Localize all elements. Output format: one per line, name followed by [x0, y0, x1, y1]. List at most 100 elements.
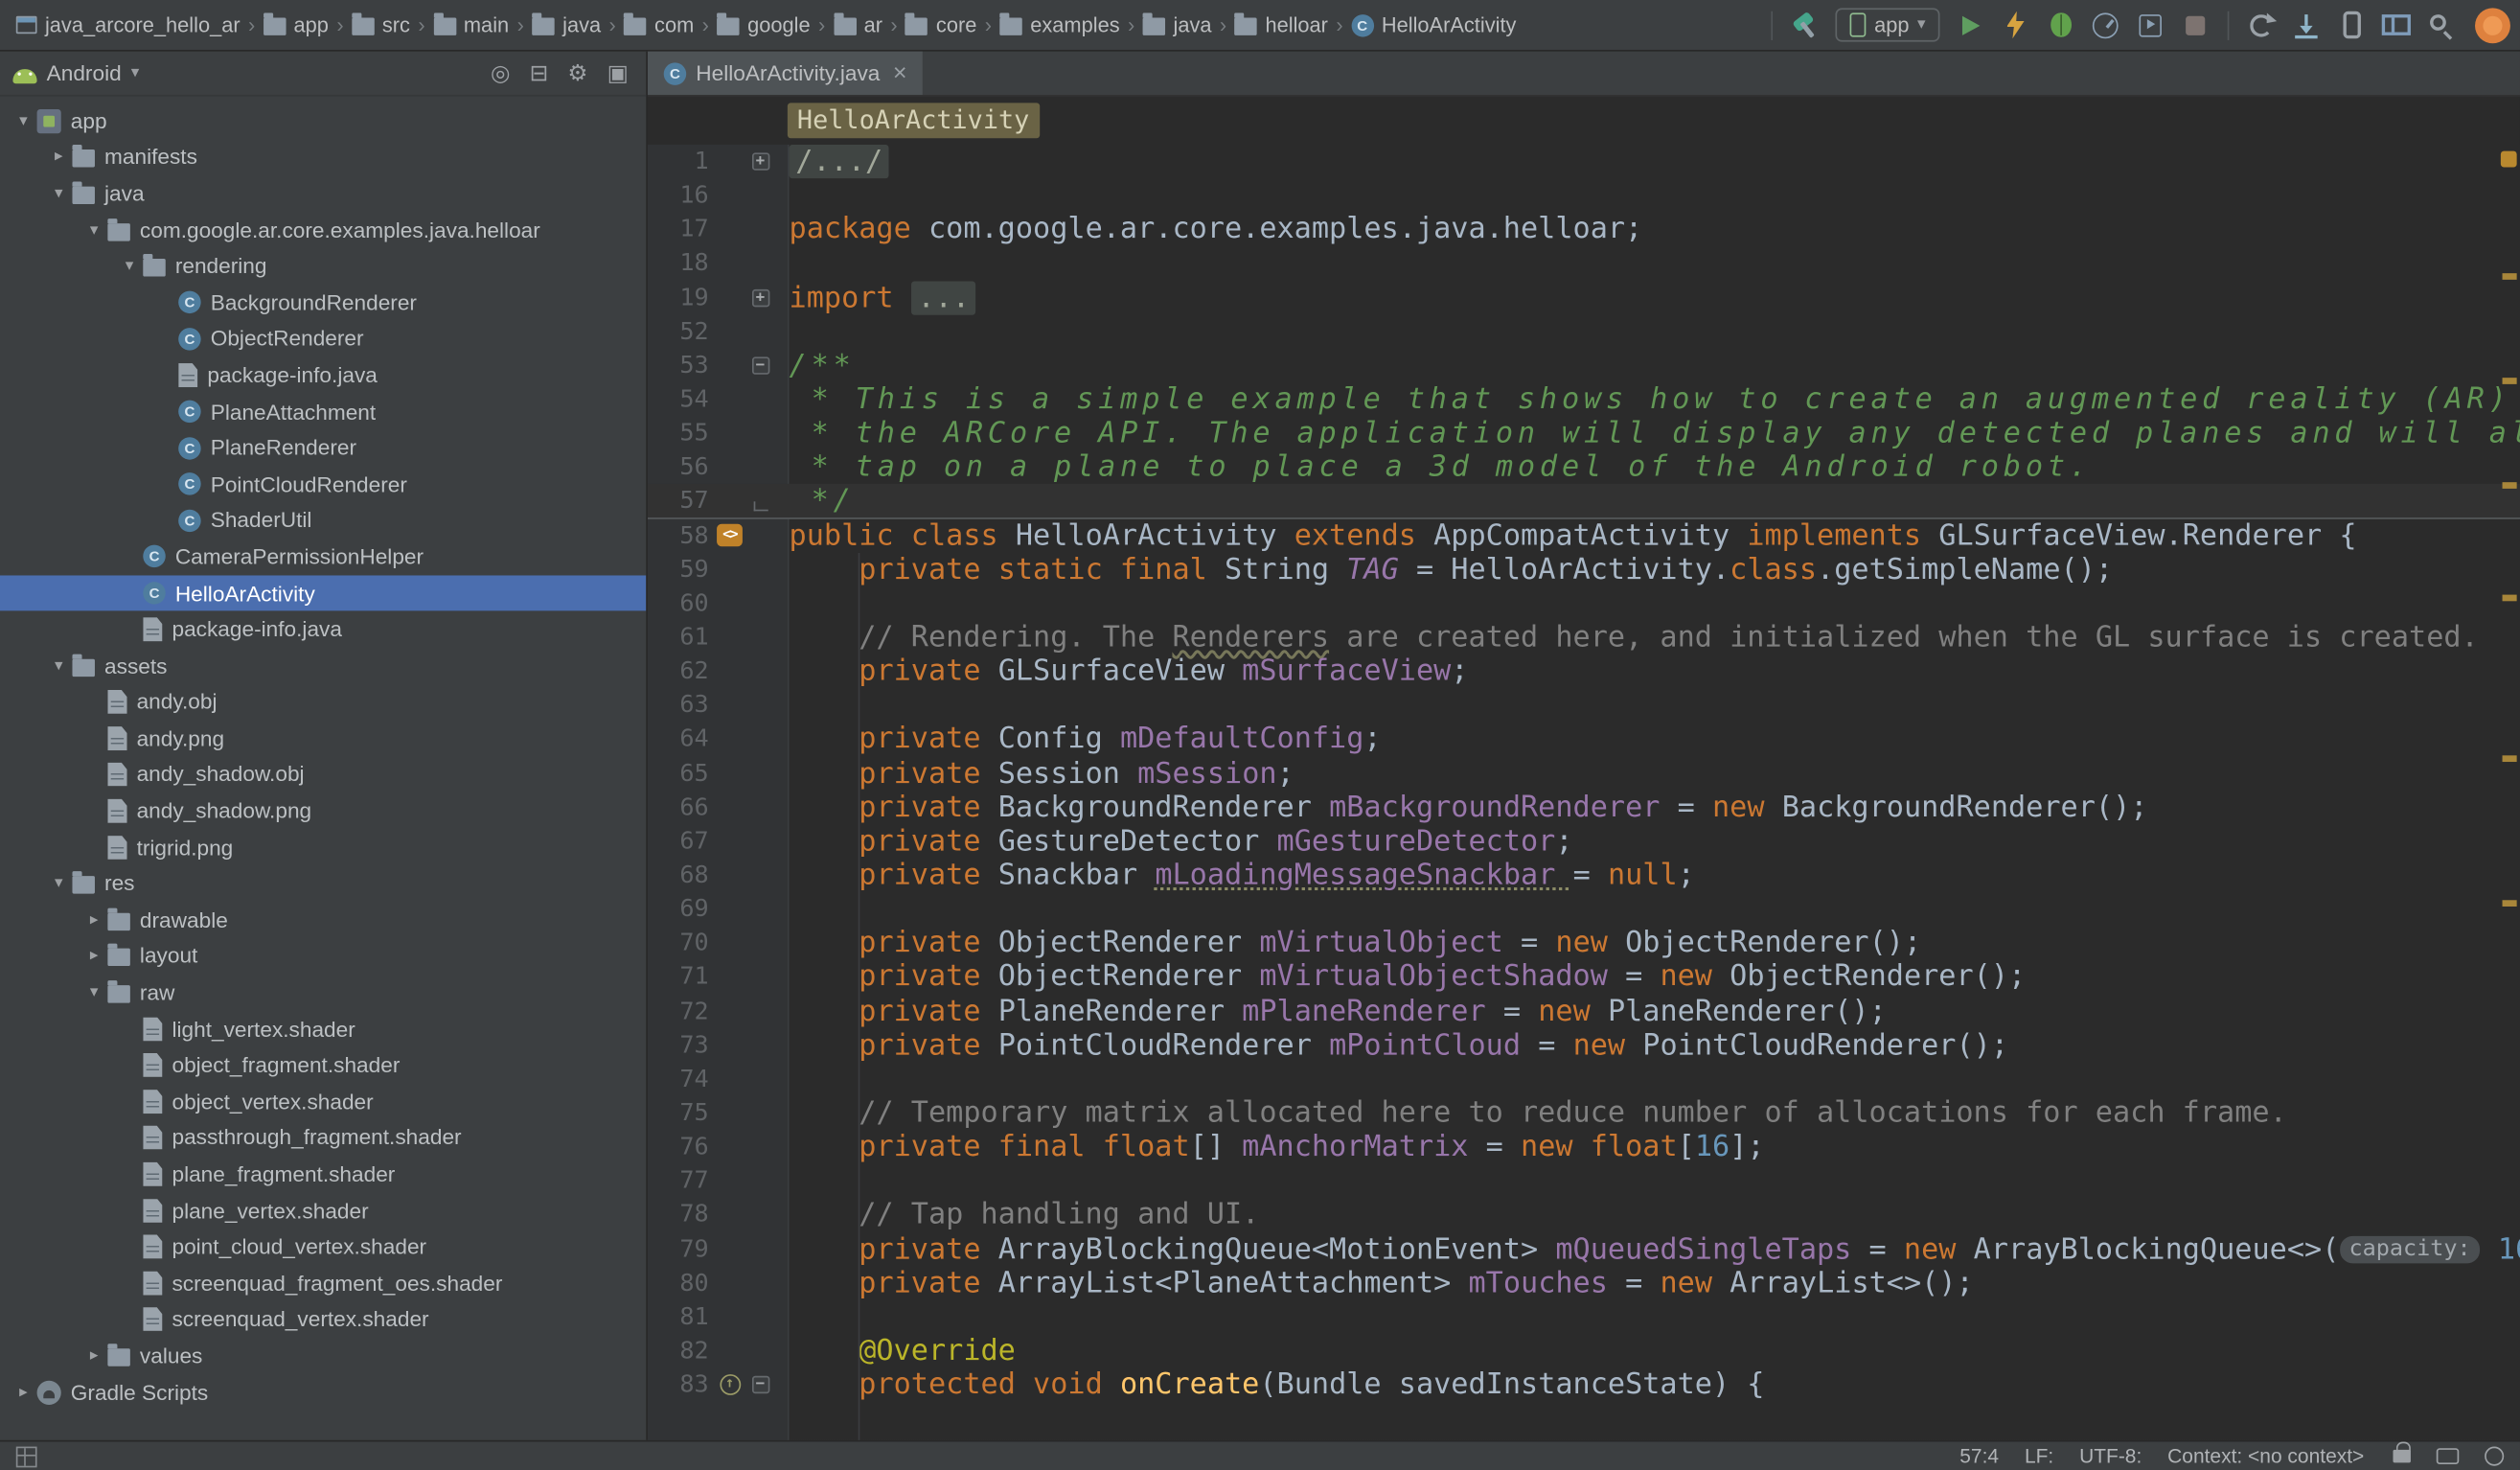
tree-item[interactable]: PointCloudRenderer: [0, 466, 646, 502]
fold-marker[interactable]: +: [751, 288, 768, 306]
breadcrumb-item[interactable]: app: [260, 12, 332, 36]
tree-item[interactable]: BackgroundRenderer: [0, 285, 646, 321]
tree-item[interactable]: ▾java: [0, 175, 646, 212]
breadcrumb-item[interactable]: java_arcore_hello_ar: [12, 12, 243, 36]
project-view-selector[interactable]: Android: [47, 61, 122, 85]
expand-arrow-icon[interactable]: ▾: [45, 185, 73, 202]
inspections-profile-icon[interactable]: [2485, 1447, 2504, 1466]
expand-arrow-icon[interactable]: ▾: [45, 657, 73, 675]
sdk-manager-button[interactable]: [2285, 6, 2327, 44]
tree-item[interactable]: andy_shadow.png: [0, 792, 646, 829]
breadcrumb-item[interactable]: java: [1139, 12, 1215, 36]
tree-item[interactable]: ▾rendering: [0, 248, 646, 285]
editor-scrollbar[interactable]: [2498, 145, 2520, 1440]
related-files-gutter-icon[interactable]: <>: [717, 524, 743, 546]
expand-arrow-icon[interactable]: ▾: [80, 221, 108, 239]
file-encoding-indicator[interactable]: UTF-8:: [2079, 1445, 2142, 1467]
expand-arrow-icon[interactable]: ▸: [80, 1347, 108, 1365]
hide-panel-icon[interactable]: ▣: [603, 59, 633, 87]
stop-button[interactable]: [2174, 6, 2216, 44]
expand-arrow-icon[interactable]: ▸: [10, 1383, 37, 1400]
tree-item[interactable]: passthrough_fragment.shader: [0, 1119, 646, 1156]
sync-project-button[interactable]: [2240, 6, 2282, 44]
collapse-all-icon[interactable]: ⊟: [525, 59, 554, 87]
breadcrumb-item[interactable]: examples: [997, 12, 1123, 36]
breadcrumb-item[interactable]: google: [714, 12, 813, 36]
inspection-indicator-icon[interactable]: [2501, 151, 2517, 168]
code-editor[interactable]: 1+/.../1617package com.google.ar.core.ex…: [648, 145, 2520, 1440]
breadcrumb-item[interactable]: ar: [830, 12, 885, 36]
tree-item[interactable]: ▾app: [0, 103, 646, 139]
breadcrumb-item[interactable]: java: [529, 12, 605, 36]
tree-item[interactable]: andy.obj: [0, 684, 646, 721]
expand-arrow-icon[interactable]: ▾: [80, 984, 108, 1001]
run-config-selector[interactable]: app ▾: [1836, 8, 1940, 41]
tree-item[interactable]: trigrid.png: [0, 829, 646, 865]
apply-changes-button[interactable]: [1995, 6, 2037, 44]
tree-item[interactable]: ShaderUtil: [0, 502, 646, 539]
tree-item[interactable]: andy.png: [0, 721, 646, 757]
tree-item[interactable]: ▸drawable: [0, 902, 646, 938]
profile-avatar[interactable]: [2475, 8, 2510, 43]
locate-file-icon[interactable]: ◎: [486, 59, 515, 87]
settings-gear-icon[interactable]: ⚙: [562, 59, 592, 87]
breadcrumb-item[interactable]: com: [621, 12, 698, 36]
breadcrumb-item[interactable]: helloar: [1231, 12, 1331, 36]
breadcrumb-item[interactable]: src: [349, 12, 414, 36]
expand-arrow-icon[interactable]: ▸: [45, 149, 73, 166]
tree-item[interactable]: ObjectRenderer: [0, 321, 646, 357]
expand-arrow-icon[interactable]: ▾: [45, 875, 73, 892]
expand-arrow-icon[interactable]: ▾: [116, 258, 144, 275]
tree-item[interactable]: ▸Gradle Scripts: [0, 1374, 646, 1411]
tree-item[interactable]: andy_shadow.obj: [0, 756, 646, 792]
tree-item[interactable]: point_cloud_vertex.shader: [0, 1229, 646, 1265]
attach-debugger-button[interactable]: [2129, 6, 2171, 44]
fold-marker[interactable]: −: [751, 1376, 768, 1393]
avd-manager-button[interactable]: [2330, 6, 2372, 44]
tree-item[interactable]: ▾assets: [0, 648, 646, 684]
project-tree[interactable]: ▾app▸manifests▾java▾com.google.ar.core.e…: [0, 97, 646, 1440]
line-separator-indicator[interactable]: LF:: [2025, 1445, 2053, 1467]
readonly-lock-icon[interactable]: [2393, 1450, 2410, 1462]
debug-button[interactable]: [2039, 6, 2081, 44]
context-breadcrumb[interactable]: HelloArActivity: [788, 103, 1039, 138]
tree-item[interactable]: object_vertex.shader: [0, 1084, 646, 1120]
profile-button[interactable]: [2084, 6, 2126, 44]
breadcrumb-item[interactable]: HelloArActivity: [1348, 12, 1520, 36]
close-tab-icon[interactable]: ×: [893, 61, 907, 85]
tree-item[interactable]: package-info.java: [0, 357, 646, 394]
tree-item[interactable]: plane_fragment.shader: [0, 1156, 646, 1192]
tree-item[interactable]: ▾res: [0, 865, 646, 902]
tree-item[interactable]: screenquad_fragment_oes.shader: [0, 1265, 646, 1301]
tree-item[interactable]: ▸values: [0, 1338, 646, 1374]
editor-tab[interactable]: HelloArActivity.java ×: [648, 52, 923, 95]
build-button[interactable]: [1784, 6, 1826, 44]
tree-item[interactable]: HelloArActivity: [0, 575, 646, 611]
tree-item[interactable]: screenquad_vertex.shader: [0, 1301, 646, 1338]
expand-arrow-icon[interactable]: ▾: [10, 112, 37, 129]
device-explorer-button[interactable]: [2375, 6, 2417, 44]
fold-marker[interactable]: +: [751, 152, 768, 170]
expand-arrow-icon[interactable]: ▸: [80, 948, 108, 965]
screen-icon[interactable]: [2437, 1448, 2459, 1464]
run-button[interactable]: [1950, 6, 1992, 44]
tree-item[interactable]: CameraPermissionHelper: [0, 539, 646, 575]
tree-item[interactable]: PlaneAttachment: [0, 394, 646, 430]
tree-item[interactable]: plane_vertex.shader: [0, 1192, 646, 1229]
breadcrumb-item[interactable]: core: [903, 12, 980, 36]
tree-item[interactable]: ▾raw: [0, 975, 646, 1011]
search-everywhere-button[interactable]: [2420, 6, 2463, 44]
tree-item[interactable]: package-info.java: [0, 611, 646, 648]
caret-position[interactable]: 57:4: [1959, 1445, 1999, 1467]
tree-item[interactable]: PlaneRenderer: [0, 429, 646, 466]
tree-item[interactable]: ▸manifests: [0, 139, 646, 175]
tree-item[interactable]: ▸layout: [0, 938, 646, 975]
fold-marker[interactable]: −: [751, 356, 768, 374]
expand-arrow-icon[interactable]: ▸: [80, 911, 108, 929]
breadcrumb-item[interactable]: main: [430, 12, 513, 36]
toolwindow-toggle-icon[interactable]: [16, 1446, 37, 1467]
overrides-gutter-icon[interactable]: ↑: [720, 1374, 741, 1395]
tree-item[interactable]: ▾com.google.ar.core.examples.java.helloa…: [0, 212, 646, 248]
tree-item[interactable]: object_fragment.shader: [0, 1047, 646, 1084]
tree-item[interactable]: light_vertex.shader: [0, 1011, 646, 1047]
